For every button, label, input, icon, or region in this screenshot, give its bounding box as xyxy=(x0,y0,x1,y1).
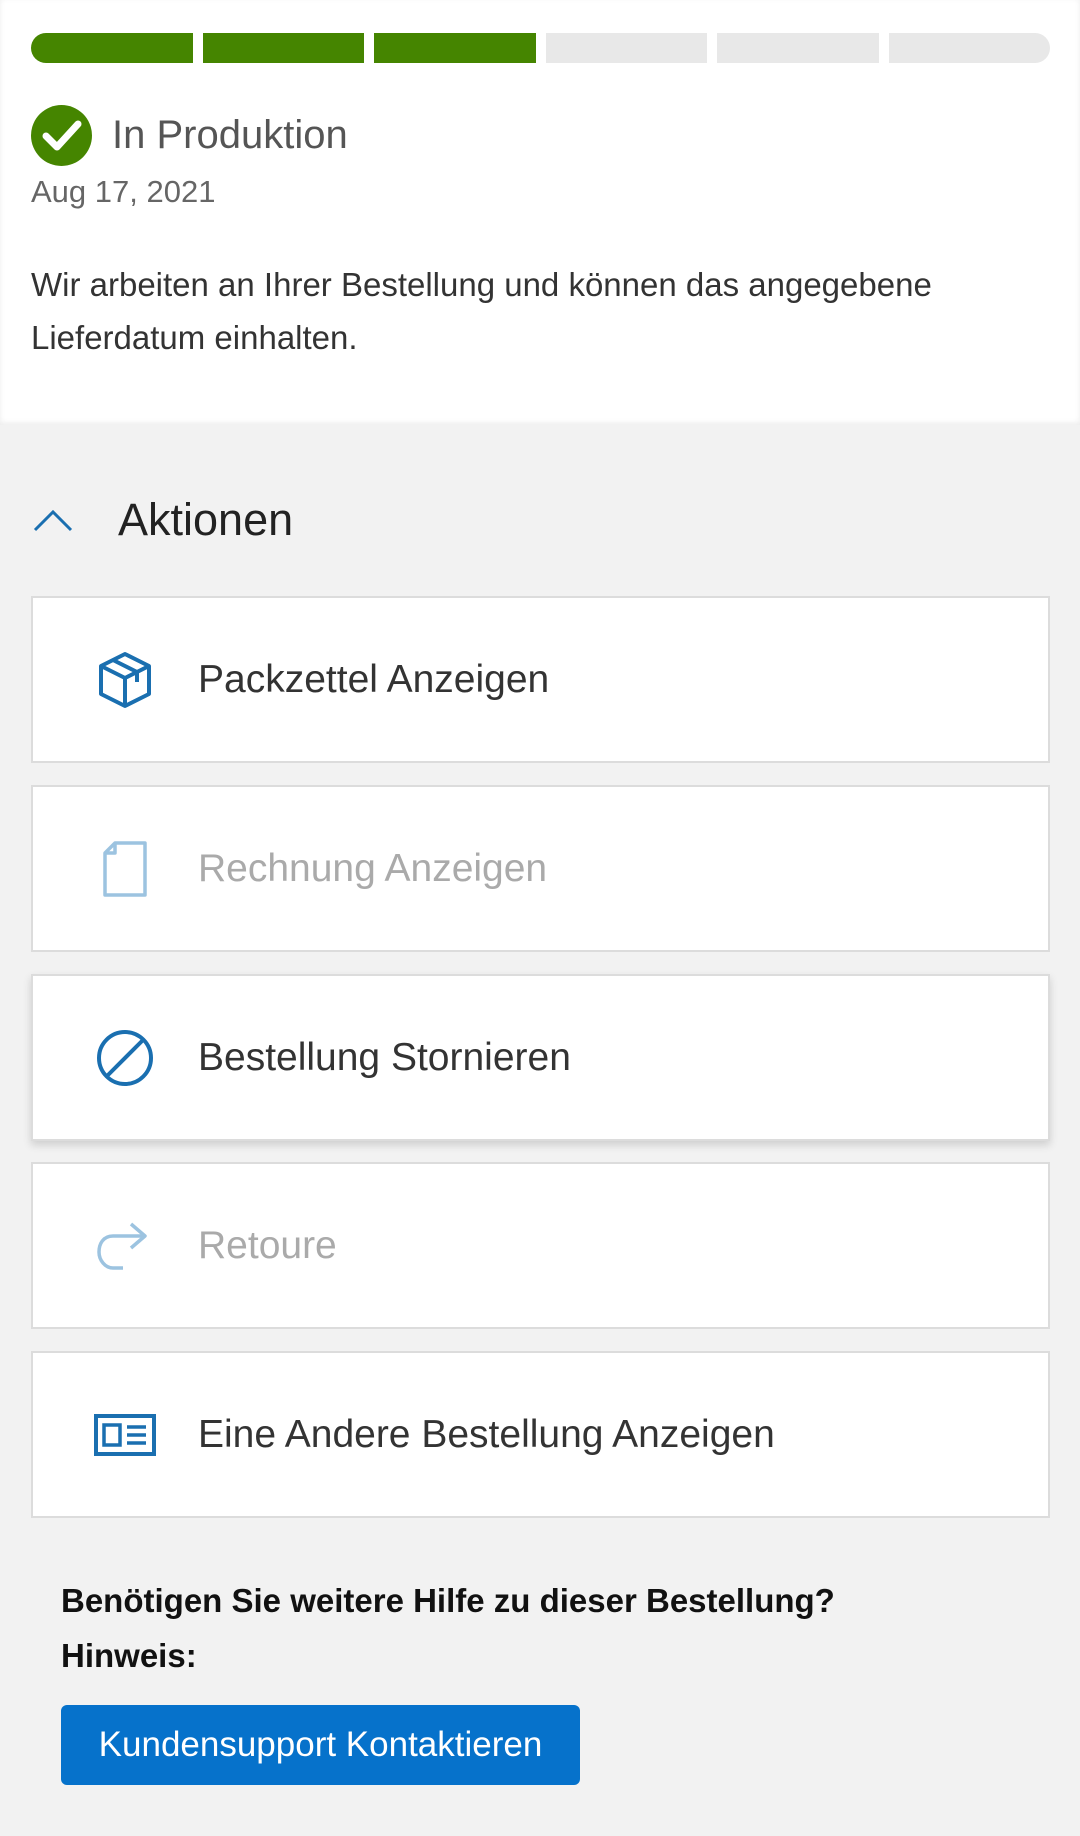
chevron-up-icon[interactable] xyxy=(31,500,76,540)
progress-step-3 xyxy=(374,33,536,63)
progress-step-2 xyxy=(202,33,364,63)
return-button: Retoure xyxy=(31,1162,1050,1329)
check-circle-icon xyxy=(31,104,92,166)
progress-step-5 xyxy=(717,33,879,63)
invoice-label: Rechnung Anzeigen xyxy=(198,846,548,890)
progress-step-4 xyxy=(545,33,707,63)
contact-support-button[interactable]: Kundensupport Kontaktieren xyxy=(61,1705,580,1785)
progress-tracker xyxy=(31,33,1050,63)
status-description: Wir arbeiten an Ihrer Bestellung und kön… xyxy=(31,266,932,356)
status-date: Aug 17, 2021 xyxy=(31,174,216,209)
packing-slip-button[interactable]: Packzettel Anzeigen xyxy=(31,596,1050,763)
packing-slip-label: Packzettel Anzeigen xyxy=(198,657,550,701)
order-status-panel: In Produktion Aug 17, 2021 Wir arbeiten … xyxy=(0,0,1080,425)
return-arrow-icon xyxy=(97,1222,147,1270)
document-icon xyxy=(103,840,147,897)
cancel-order-label: Bestellung Stornieren xyxy=(198,1035,571,1079)
status-title: In Produktion xyxy=(112,112,348,157)
help-question: Benötigen Sie weitere Hilfe zu dieser Be… xyxy=(61,1582,835,1619)
invoice-button: Rechnung Anzeigen xyxy=(31,785,1050,952)
order-list-icon xyxy=(94,1413,156,1456)
actions-title: Aktionen xyxy=(118,494,294,545)
cancel-icon xyxy=(97,1029,153,1086)
status-row: In Produktion xyxy=(31,104,348,166)
return-label: Retoure xyxy=(198,1223,337,1267)
actions-header[interactable]: Aktionen xyxy=(31,490,293,550)
progress-step-6 xyxy=(888,33,1050,63)
cancel-order-button[interactable]: Bestellung Stornieren xyxy=(31,974,1050,1141)
package-box-icon xyxy=(99,651,151,708)
view-other-order-button[interactable]: Eine Andere Bestellung Anzeigen xyxy=(31,1351,1050,1518)
progress-step-1 xyxy=(31,33,193,63)
view-other-order-label: Eine Andere Bestellung Anzeigen xyxy=(198,1412,775,1456)
help-note: Hinweis: xyxy=(61,1637,197,1674)
